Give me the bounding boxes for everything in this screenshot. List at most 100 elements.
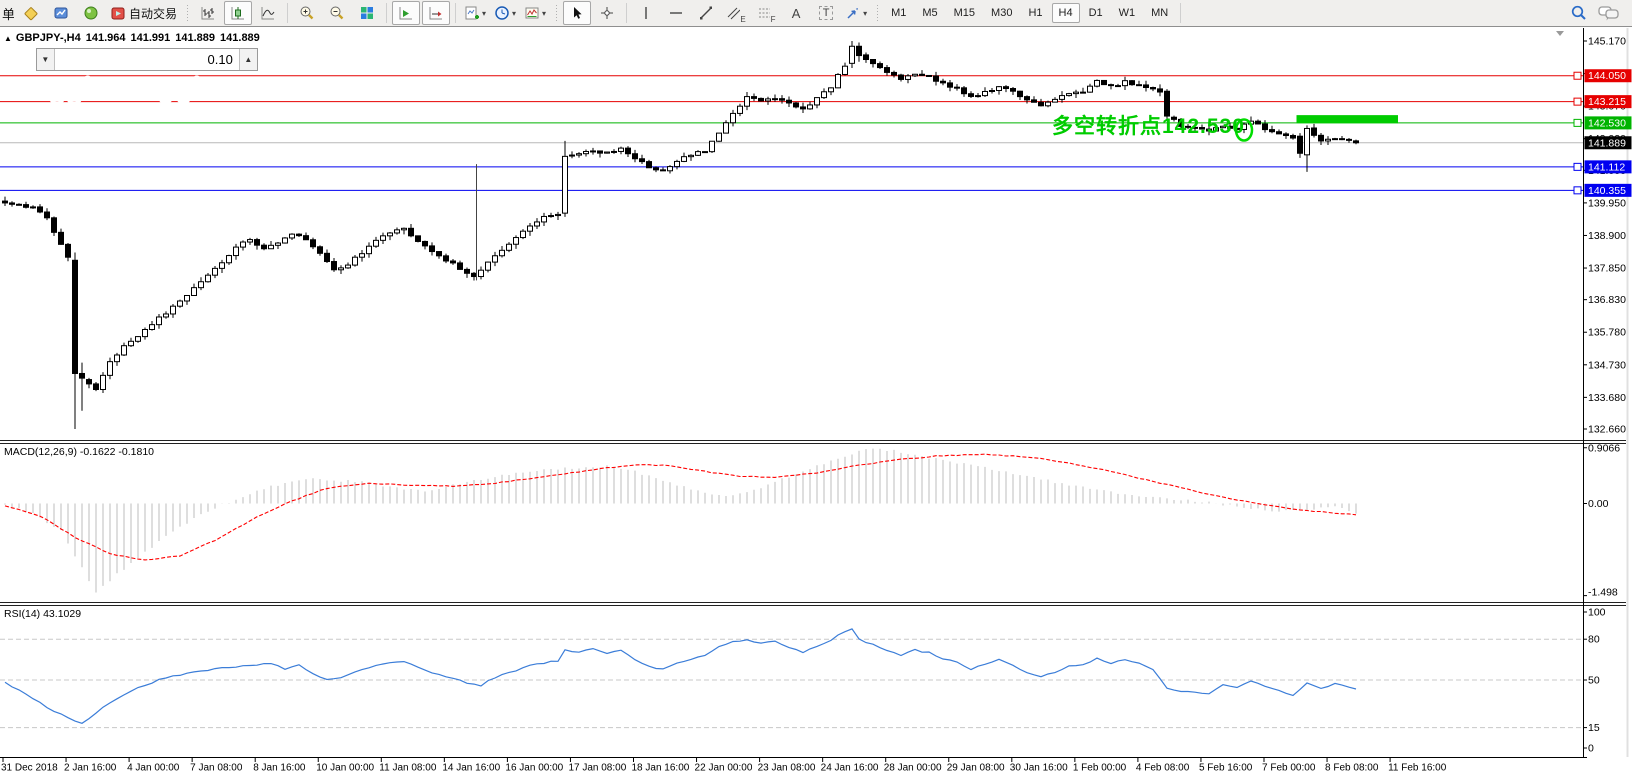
volume-input[interactable]: [55, 49, 239, 70]
indicators-icon: [464, 5, 480, 21]
horizontal-line-tool-button[interactable]: [662, 1, 690, 25]
svg-text:142.530: 142.530: [1588, 117, 1626, 129]
volume-stepper: ▼ ▲: [36, 48, 258, 71]
main-toolbar: 单 自动交易 ▾ ▾: [0, 0, 1632, 27]
zoom-out-button[interactable]: [323, 1, 351, 25]
new-order-button[interactable]: [17, 1, 45, 25]
svg-text:15: 15: [1588, 722, 1600, 734]
rsi-label: RSI(14) 43.1029: [4, 608, 81, 620]
line-chart-button[interactable]: [254, 1, 282, 25]
sell-price-display[interactable]: 141 88 9: [3, 72, 110, 108]
svg-text:141.889: 141.889: [1588, 137, 1626, 149]
svg-text:0.00: 0.00: [1588, 498, 1609, 510]
chevron-down-icon: ▾: [512, 9, 516, 18]
svg-text:80: 80: [1588, 634, 1600, 646]
svg-text:0.9066: 0.9066: [1588, 443, 1620, 455]
tab-timeframe-m15[interactable]: M15: [947, 3, 982, 23]
svg-text:134.730: 134.730: [1588, 359, 1626, 371]
indicators-button[interactable]: ▾: [461, 1, 489, 25]
svg-text:4 Jan 00:00: 4 Jan 00:00: [127, 763, 180, 774]
zoom-in-icon: [299, 5, 315, 21]
auto-trading-button[interactable]: 自动交易: [107, 1, 180, 25]
svg-text:8 Feb 08:00: 8 Feb 08:00: [1325, 763, 1379, 774]
fibonacci-icon: [757, 5, 771, 21]
crosshair-button[interactable]: [593, 1, 621, 25]
open-value: 141.964: [86, 32, 126, 44]
sell-button[interactable]: SELL: [3, 48, 35, 71]
chat-button[interactable]: [1595, 1, 1623, 25]
toolbar-grip: [554, 5, 558, 21]
svg-text:1 Feb 00:00: 1 Feb 00:00: [1073, 763, 1127, 774]
svg-text:22 Jan 00:00: 22 Jan 00:00: [695, 763, 753, 774]
text-tool-icon: A: [792, 6, 801, 21]
svg-text:141.112: 141.112: [1588, 161, 1625, 173]
tile-windows-button[interactable]: [353, 1, 381, 25]
sell-price-sup: 9: [84, 73, 92, 87]
chart-shift-button[interactable]: [422, 1, 450, 25]
periods-button[interactable]: ▾: [491, 1, 519, 25]
svg-text:23 Jan 08:00: 23 Jan 08:00: [758, 763, 816, 774]
template-icon: [524, 5, 540, 21]
tab-timeframe-h1[interactable]: H1: [1021, 3, 1049, 23]
cursor-icon: [569, 5, 585, 21]
market-watch-button[interactable]: [47, 1, 75, 25]
cursor-button[interactable]: [563, 1, 591, 25]
tab-timeframe-d1[interactable]: D1: [1082, 3, 1110, 23]
svg-text:16 Jan 00:00: 16 Jan 00:00: [505, 763, 563, 774]
tab-timeframe-mn[interactable]: MN: [1144, 3, 1175, 23]
buy-button[interactable]: BUY: [259, 48, 286, 71]
tab-timeframe-m5[interactable]: M5: [915, 3, 944, 23]
toolbar-separator: [386, 3, 387, 23]
auto-scroll-icon: [398, 5, 414, 21]
expand-arrow-icon[interactable]: ▲: [4, 34, 12, 43]
tab-timeframe-h4[interactable]: H4: [1052, 3, 1080, 23]
volume-decrease-button[interactable]: ▼: [37, 49, 55, 70]
zoom-in-button[interactable]: [293, 1, 321, 25]
volume-increase-button[interactable]: ▲: [239, 49, 257, 70]
vertical-line-icon: [638, 5, 654, 21]
svg-text:145.170: 145.170: [1588, 36, 1626, 48]
svg-text:139.950: 139.950: [1588, 197, 1626, 209]
svg-text:100: 100: [1588, 607, 1606, 619]
search-button[interactable]: [1565, 1, 1593, 25]
toolbar-grip: [185, 5, 189, 21]
tile-windows-icon: [359, 5, 375, 21]
templates-button[interactable]: ▾: [521, 1, 549, 25]
toolbar-separator: [1180, 3, 1181, 23]
tab-timeframe-w1[interactable]: W1: [1112, 3, 1143, 23]
tab-timeframe-m1[interactable]: M1: [884, 3, 913, 23]
buy-price-prefix: 141: [130, 88, 155, 105]
navigator-icon: [83, 5, 99, 21]
buy-price-sup: 2: [193, 73, 201, 87]
chart-canvas[interactable]: 145.170144.120143.070142.020141.000139.9…: [0, 0, 1632, 775]
navigator-button[interactable]: [77, 1, 105, 25]
one-click-trade-panel: SELL ▼ ▲ BUY 141 88 9 141 96 2: [3, 48, 219, 108]
arrows-shapes-icon: [845, 5, 861, 21]
svg-text:7 Feb 00:00: 7 Feb 00:00: [1262, 763, 1316, 774]
auto-trading-icon: [110, 5, 126, 21]
trendline-tool-button[interactable]: [692, 1, 720, 25]
line-chart-icon: [260, 5, 276, 21]
bars-chart-button[interactable]: [194, 1, 222, 25]
svg-text:137.850: 137.850: [1588, 263, 1626, 275]
vertical-line-tool-button[interactable]: [632, 1, 660, 25]
label-tool-button[interactable]: T: [812, 1, 840, 25]
channel-tool-button[interactable]: E: [722, 1, 750, 25]
tab-timeframe-m30[interactable]: M30: [984, 3, 1019, 23]
close-value: 141.889: [220, 32, 260, 44]
search-icon: [1570, 4, 1588, 22]
text-tool-button[interactable]: A: [782, 1, 810, 25]
buy-price-display[interactable]: 141 96 2: [112, 72, 219, 108]
shapes-button[interactable]: ▾: [842, 1, 870, 25]
chevron-down-icon: ▾: [863, 9, 867, 18]
svg-text:133.680: 133.680: [1588, 392, 1626, 404]
auto-scroll-button[interactable]: [392, 1, 420, 25]
svg-text:143.215: 143.215: [1588, 96, 1626, 108]
svg-text:28 Jan 00:00: 28 Jan 00:00: [884, 763, 942, 774]
svg-text:4 Feb 08:00: 4 Feb 08:00: [1136, 763, 1190, 774]
fibonacci-tool-button[interactable]: F: [752, 1, 780, 25]
candlestick-chart-button[interactable]: [224, 1, 252, 25]
chart-annotation-text: 多空转折点142.530: [1052, 110, 1245, 140]
toolbar-separator: [287, 3, 288, 23]
svg-text:136.830: 136.830: [1588, 294, 1626, 306]
